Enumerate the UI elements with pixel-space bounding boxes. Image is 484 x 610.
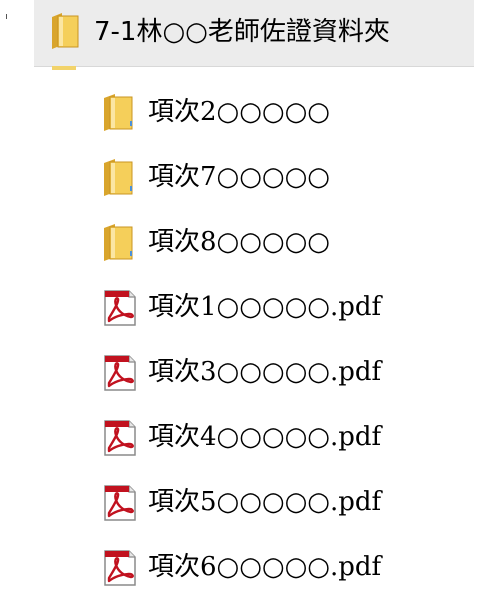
child-folder-peek <box>52 66 76 70</box>
folder-icon <box>100 155 148 199</box>
list-item-folder[interactable]: 項次8○○○○○ <box>100 220 381 285</box>
pdf-icon <box>100 545 148 589</box>
item-name: 項次2○○○○○ <box>148 97 330 127</box>
list-item-pdf[interactable]: 項次1○○○○○.pdf <box>100 285 381 350</box>
item-name: 項次3○○○○○.pdf <box>148 357 382 387</box>
item-name: 項次6○○○○○.pdf <box>148 552 382 582</box>
list-item-folder[interactable]: 項次2○○○○○ <box>100 90 381 155</box>
folder-icon <box>100 220 148 264</box>
pdf-icon <box>100 480 148 524</box>
list-item-pdf[interactable]: 項次5○○○○○.pdf <box>100 480 381 545</box>
item-name: 項次5○○○○○.pdf <box>148 487 382 517</box>
list-item-pdf[interactable]: 項次4○○○○○.pdf <box>100 415 381 480</box>
tree-connector-mark <box>6 14 7 19</box>
list-item-pdf[interactable]: 項次6○○○○○.pdf <box>100 545 381 610</box>
folder-icon <box>48 13 80 53</box>
file-list: 項次2○○○○○ 項次7○○○○○ 項次8○○○○○ 項次1○○○○○.pdf … <box>100 90 381 610</box>
item-name: 項次8○○○○○ <box>148 227 330 257</box>
list-item-pdf[interactable]: 項次3○○○○○.pdf <box>100 350 381 415</box>
parent-folder-row[interactable]: 7-1林○○老師佐證資料夾 <box>34 0 474 67</box>
pdf-icon <box>100 285 148 329</box>
list-item-folder[interactable]: 項次7○○○○○ <box>100 155 381 220</box>
pdf-icon <box>100 415 148 459</box>
item-name: 項次1○○○○○.pdf <box>148 292 382 322</box>
folder-icon <box>100 90 148 134</box>
parent-folder-name: 7-1林○○老師佐證資料夾 <box>94 17 390 47</box>
item-name: 項次7○○○○○ <box>148 162 330 192</box>
item-name: 項次4○○○○○.pdf <box>148 422 382 452</box>
pdf-icon <box>100 350 148 394</box>
